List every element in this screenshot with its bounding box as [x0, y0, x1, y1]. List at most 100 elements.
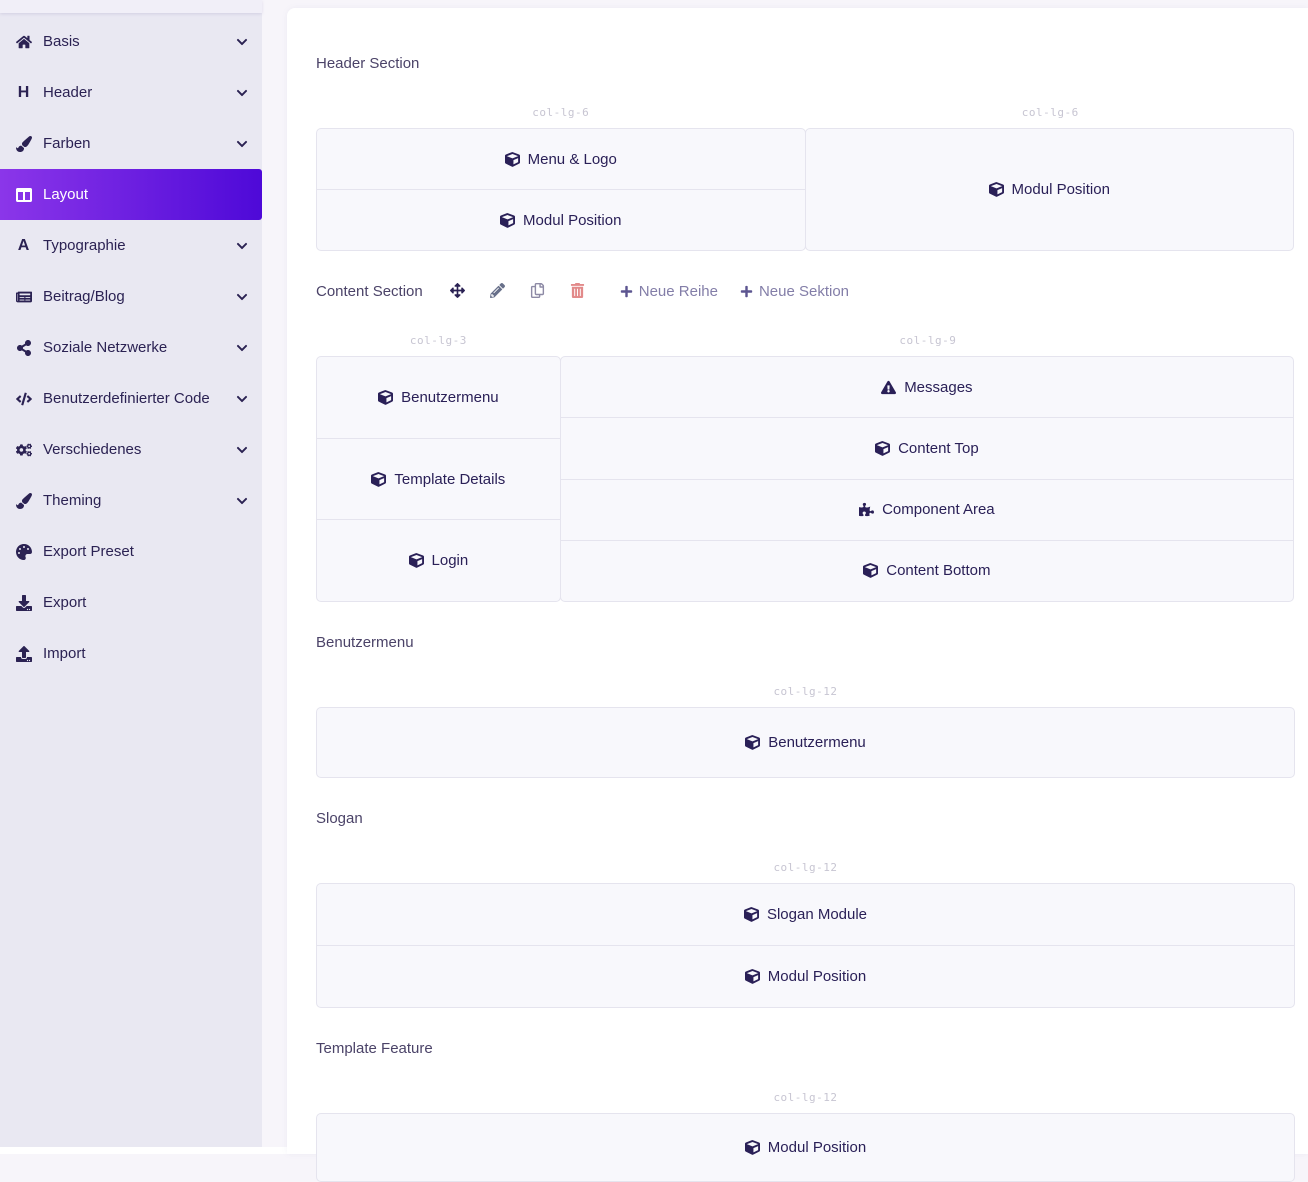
- sidebar-item-label: Basis: [43, 33, 80, 50]
- add-link-label: Neue Reihe: [639, 283, 718, 300]
- newspaper-icon: [13, 289, 34, 305]
- module-content-top[interactable]: Content Top: [561, 417, 1293, 478]
- warning-icon: [881, 380, 896, 395]
- section-header: Header Section: [316, 53, 1295, 74]
- sidebar-item-basis[interactable]: Basis: [0, 16, 262, 67]
- layout-column: Benutzermenu Template Details Login: [316, 356, 561, 602]
- sidebar-item-label: Typographie: [43, 237, 126, 254]
- move-handle[interactable]: [444, 283, 471, 301]
- sidebar-item-export[interactable]: Export: [0, 577, 262, 628]
- upload-icon: [13, 646, 34, 662]
- module-label: Modul Position: [768, 968, 866, 985]
- sidebar-item-verschiedenes[interactable]: Verschiedenes: [0, 424, 262, 475]
- sidebar-item-soziale-netzwerke[interactable]: Soziale Netzwerke: [0, 322, 262, 373]
- heading-icon: H: [13, 85, 34, 101]
- add-link-label: Neue Sektion: [759, 283, 849, 300]
- module-label: Benutzermenu: [768, 734, 866, 751]
- section-grid: Benutzermenu: [316, 707, 1295, 778]
- cogs-icon: [13, 442, 34, 458]
- module-messages[interactable]: Messages: [561, 357, 1293, 417]
- module-label: Template Details: [394, 471, 505, 488]
- sidebar-item-typographie[interactable]: ATypographie: [0, 220, 262, 271]
- module-label: Slogan Module: [767, 906, 867, 923]
- trash-icon: [570, 283, 585, 301]
- chevron-down-icon: [236, 495, 248, 507]
- section-title: Benutzermenu: [316, 634, 414, 651]
- chevron-down-icon: [236, 240, 248, 252]
- section-slogan: Slogancol-lg-12Slogan ModuleModul Positi…: [316, 808, 1295, 1008]
- column-size-labels: col-lg-6col-lg-6: [316, 106, 1295, 119]
- puzzle-icon: [859, 502, 874, 517]
- section-benutzermenu: Benutzermenu col-lg-12 Benutzermenu: [316, 632, 1295, 778]
- section-grid: Benutzermenu Template Details Login Message…: [316, 356, 1295, 602]
- module-benutzermenu[interactable]: Benutzermenu: [317, 708, 1294, 777]
- cube-icon: [409, 553, 424, 568]
- section-header: Template Feature: [316, 1038, 1295, 1059]
- layout-column: Modul Position: [316, 1113, 1295, 1182]
- cube-icon: [371, 472, 386, 487]
- sidebar-item-header[interactable]: H Header: [0, 67, 262, 118]
- module-benutzermenu[interactable]: Benutzermenu: [317, 357, 560, 438]
- sidebar-item-beitrag-blog[interactable]: Beitrag/Blog: [0, 271, 262, 322]
- sidebar-item-label: Export: [43, 594, 86, 611]
- module-modul-position[interactable]: Modul Position: [317, 1114, 1294, 1181]
- sidebar-item-export-preset[interactable]: Export Preset: [0, 526, 262, 577]
- cube-icon: [745, 735, 760, 750]
- bottom-strip: [0, 1147, 287, 1154]
- layout-column: Modul Position: [805, 128, 1295, 251]
- delete-section-button[interactable]: [564, 283, 591, 301]
- module-component-area[interactable]: Component Area: [561, 479, 1293, 540]
- column-size-label: col-lg-9: [561, 334, 1295, 347]
- chevron-down-icon: [236, 36, 248, 48]
- plus-icon: [740, 285, 753, 298]
- module-label: Login: [432, 552, 469, 569]
- cube-icon: [989, 182, 1004, 197]
- add-section-button[interactable]: Neue Sektion: [734, 282, 855, 301]
- column-size-labels: col-lg-12: [316, 685, 1295, 698]
- column-size-label: col-lg-6: [806, 106, 1296, 119]
- sidebar-menu: Basis H Header FarbenLayoutATypographie Beit…: [0, 16, 262, 679]
- module-modul-position[interactable]: Modul Position: [317, 189, 805, 250]
- sidebar-top-strip: [0, 0, 262, 13]
- section-header-section: Header Section col-lg-6col-lg-6 Menu & Log…: [316, 53, 1295, 251]
- chevron-down-icon: [236, 444, 248, 456]
- cube-icon: [875, 441, 890, 456]
- sidebar-item-label: Header: [43, 84, 92, 101]
- cube-icon: [500, 213, 515, 228]
- module-label: Modul Position: [1012, 181, 1110, 198]
- code-icon: [13, 391, 34, 407]
- column-size-label: col-lg-3: [316, 334, 561, 347]
- add-row-button[interactable]: Neue Reihe: [614, 282, 724, 301]
- section-title: Header Section: [316, 55, 419, 72]
- edit-section-button[interactable]: [484, 283, 511, 301]
- layout-column: Messages Content Top Component AreaContent…: [560, 356, 1294, 602]
- chevron-down-icon: [236, 87, 248, 99]
- module-modul-position[interactable]: Modul Position: [317, 945, 1294, 1007]
- cube-icon: [745, 1140, 760, 1155]
- column-size-labels: col-lg-12: [316, 861, 1295, 874]
- column-size-label: col-lg-12: [316, 861, 1295, 874]
- plus-icon: [620, 285, 633, 298]
- pencil-icon: [490, 283, 505, 301]
- section-grid: Modul Position: [316, 1113, 1295, 1182]
- sidebar-item-label: Benutzerdefinierter Code: [43, 390, 210, 407]
- sidebar-item-label: Soziale Netzwerke: [43, 339, 167, 356]
- sidebar-item-benutzerdefinierter-code[interactable]: Benutzerdefinierter Code: [0, 373, 262, 424]
- section-toolbar: Neue Reihe Neue Sektion: [444, 282, 855, 301]
- section-title: Template Feature: [316, 1040, 433, 1057]
- module-menu-logo[interactable]: Menu & Logo: [317, 129, 805, 189]
- module-content-bottom[interactable]: Content Bottom: [561, 540, 1293, 601]
- section-template-feature: Template Featurecol-lg-12Modul Position: [316, 1038, 1295, 1182]
- sidebar-item-layout[interactable]: Layout: [0, 169, 262, 220]
- module-slogan-module[interactable]: Slogan Module: [317, 884, 1294, 945]
- sidebar-item-label: Beitrag/Blog: [43, 288, 125, 305]
- module-label: Content Top: [898, 440, 979, 457]
- module-modul-position[interactable]: Modul Position: [806, 129, 1294, 250]
- module-template-details[interactable]: Template Details: [317, 438, 560, 520]
- sidebar-item-import[interactable]: Import: [0, 628, 262, 679]
- sidebar-item-farben[interactable]: Farben: [0, 118, 262, 169]
- sidebar-item-theming[interactable]: Theming: [0, 475, 262, 526]
- module-login[interactable]: Login: [317, 519, 560, 601]
- duplicate-section-button[interactable]: [524, 283, 551, 301]
- cube-icon: [863, 563, 878, 578]
